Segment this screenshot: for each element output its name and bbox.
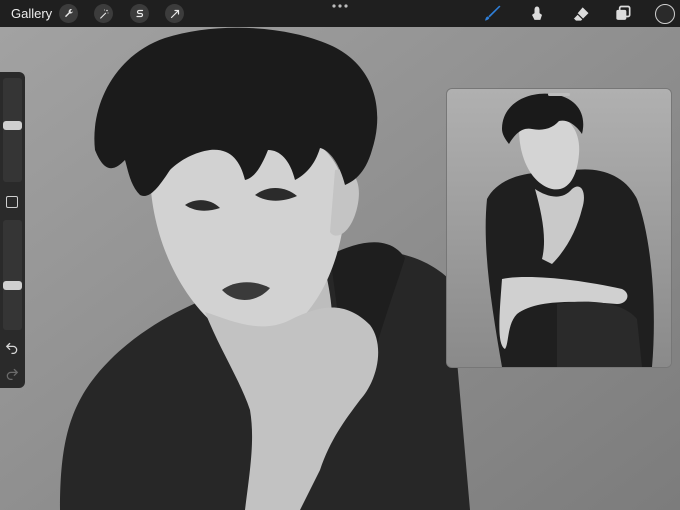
selection-button[interactable] [130,4,149,23]
wrench-icon [64,8,73,17]
left-sidebar [0,72,25,388]
brush-size-slider[interactable] [3,78,22,182]
layers-icon [616,5,631,20]
eraser-tool-button[interactable] [570,3,592,25]
adjustments-button[interactable] [94,4,113,23]
more-options-icon[interactable] [331,2,349,10]
opacity-thumb[interactable] [3,280,22,290]
brush-icon [485,5,501,21]
opacity-slider[interactable] [3,220,22,330]
transform-button[interactable] [165,4,184,23]
actions-button[interactable] [59,4,78,23]
eraser-icon [573,7,589,21]
color-picker-swatch[interactable] [655,4,675,24]
top-toolbar: Gallery [0,0,680,27]
reference-drag-handle[interactable] [548,93,570,96]
reference-image [447,89,671,367]
reference-window[interactable] [447,89,671,367]
brush-size-thumb[interactable] [3,120,22,130]
selection-s-icon [135,9,143,17]
undo-icon[interactable] [5,340,19,354]
brush-tool-button[interactable] [482,3,504,25]
redo-icon[interactable] [5,366,19,380]
magic-wand-icon [99,9,108,19]
smudge-tool-button[interactable] [526,3,548,25]
transform-arrow-icon [170,9,179,18]
smudge-icon [532,6,542,20]
modifier-square-icon[interactable] [6,196,18,208]
layers-button[interactable] [612,3,634,25]
gallery-button[interactable]: Gallery [11,6,52,21]
